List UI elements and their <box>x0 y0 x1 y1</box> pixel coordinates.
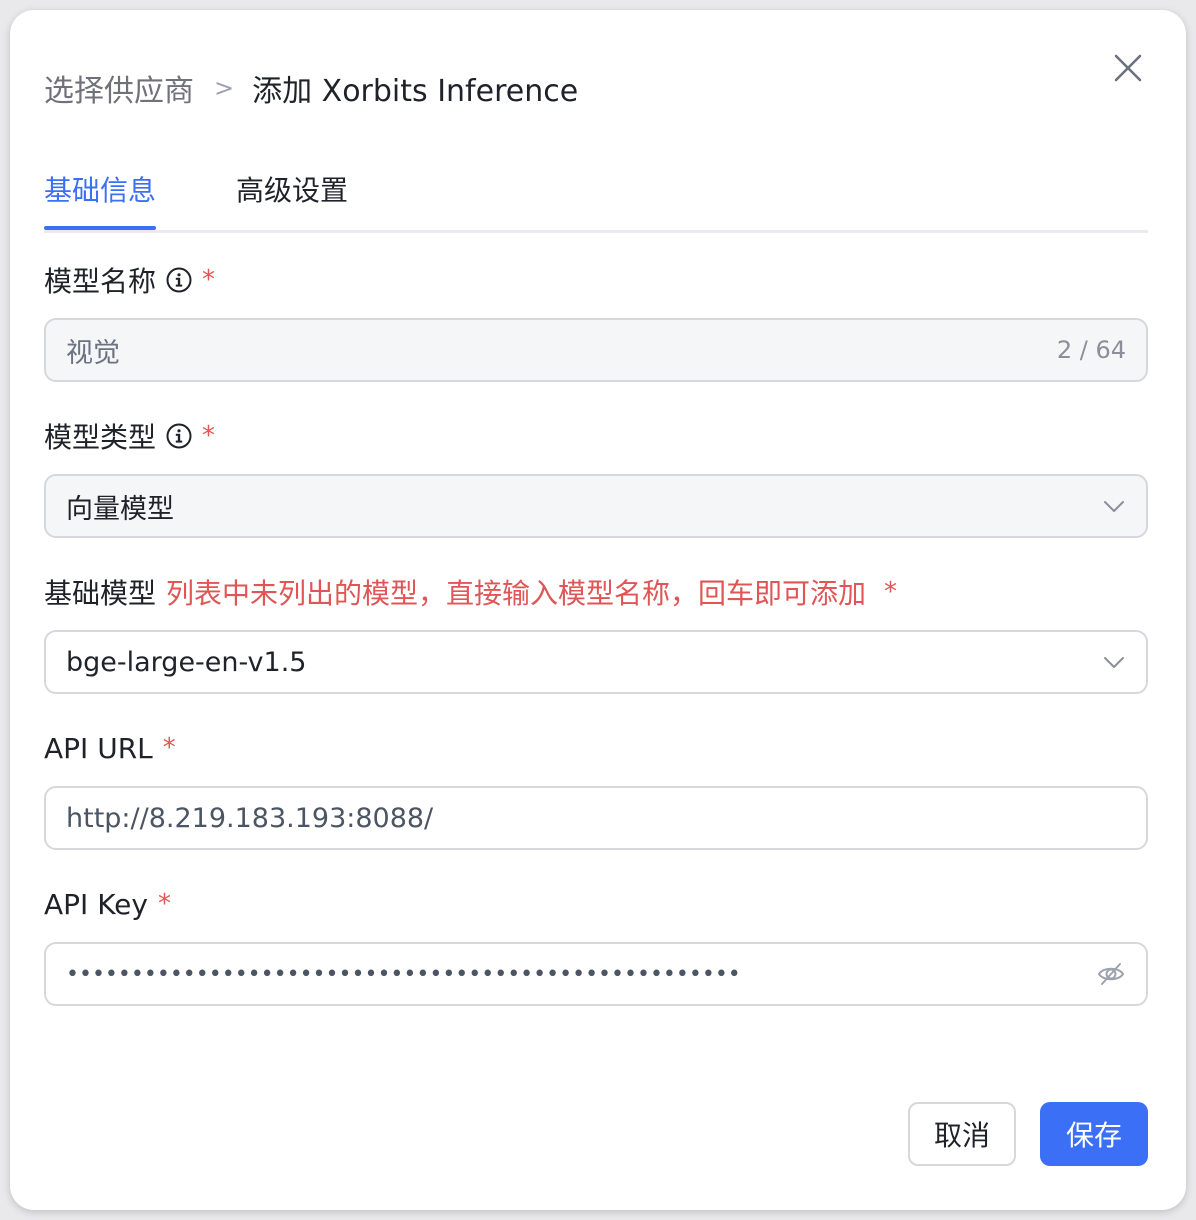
add-provider-dialog: 选择供应商 > 添加 Xorbits Inference 基础信息 高级设置 模… <box>10 10 1186 1210</box>
model-type-label-text: 模型类型 <box>44 421 157 454</box>
required-mark: * <box>202 265 216 295</box>
eye-off-icon[interactable] <box>1096 959 1126 989</box>
breadcrumb-select-provider[interactable]: 选择供应商 <box>44 66 194 110</box>
api-key-label: API Key * <box>44 884 171 924</box>
base-model-value: bge-large-en-v1.5 <box>66 646 307 678</box>
base-model-label: 基础模型 列表中未列出的模型，直接输入模型名称，回车即可添加 * <box>44 572 897 612</box>
save-button[interactable]: 保存 <box>1040 1102 1148 1166</box>
model-name-label: 模型名称 * <box>44 260 215 300</box>
api-url-label-text: API URL <box>44 731 153 765</box>
api-key-masked-value: ••••••••••••••••••••••••••••••••••••••••… <box>66 961 741 987</box>
tab-bar: 基础信息 高级设置 <box>44 170 1148 233</box>
required-mark: * <box>884 577 898 607</box>
model-type-label: 模型类型 * <box>44 416 215 456</box>
cancel-button[interactable]: 取消 <box>908 1102 1016 1166</box>
required-mark: * <box>162 733 176 763</box>
tab-basic-info[interactable]: 基础信息 <box>44 170 156 230</box>
tab-advanced-settings[interactable]: 高级设置 <box>236 170 348 227</box>
api-key-input[interactable]: ••••••••••••••••••••••••••••••••••••••••… <box>44 942 1148 1006</box>
base-model-label-text: 基础模型 <box>44 577 157 610</box>
required-mark: * <box>202 421 216 451</box>
model-name-input[interactable]: 视觉 2 / 64 <box>44 318 1148 382</box>
breadcrumb-separator: > <box>214 74 235 102</box>
char-counter: 2 / 64 <box>1056 336 1126 364</box>
chevron-down-icon <box>1104 501 1124 512</box>
model-type-value: 向量模型 <box>66 493 174 525</box>
base-model-select[interactable]: bge-large-en-v1.5 <box>44 630 1148 694</box>
api-url-input[interactable]: http://8.219.183.193:8088/ <box>44 786 1148 850</box>
info-icon[interactable] <box>166 267 192 293</box>
info-icon[interactable] <box>166 423 192 449</box>
model-name-label-text: 模型名称 <box>44 265 157 298</box>
page-title: 添加 Xorbits Inference <box>252 74 579 109</box>
base-model-hint: 列表中未列出的模型，直接输入模型名称，回车即可添加 <box>166 577 867 610</box>
chevron-down-icon <box>1104 657 1124 668</box>
model-name-value: 视觉 <box>66 337 120 369</box>
model-type-select[interactable]: 向量模型 <box>44 474 1148 538</box>
breadcrumb: 选择供应商 > 添加 Xorbits Inference <box>44 58 578 118</box>
close-icon <box>1114 54 1142 82</box>
api-url-value: http://8.219.183.193:8088/ <box>66 802 434 834</box>
api-url-label: API URL * <box>44 728 176 768</box>
required-mark: * <box>157 889 171 919</box>
close-button[interactable] <box>1110 50 1146 86</box>
api-key-label-text: API Key <box>44 887 148 921</box>
